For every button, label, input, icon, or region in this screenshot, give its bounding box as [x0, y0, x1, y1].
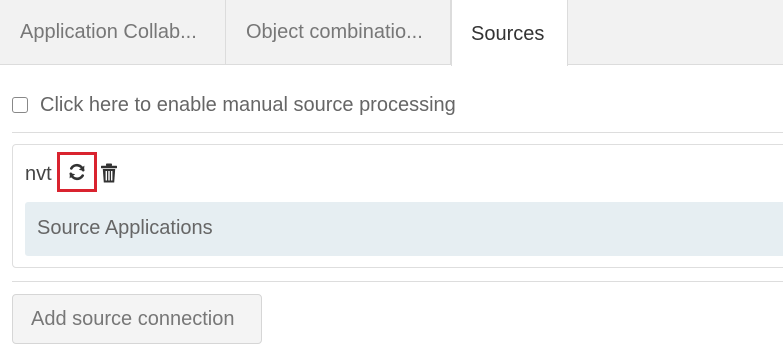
tab-sources[interactable]: Sources — [451, 0, 568, 66]
refresh-button[interactable] — [57, 152, 97, 192]
delete-button[interactable] — [99, 162, 119, 184]
tab-bar: Application Collab... Object combinatio.… — [0, 0, 783, 66]
divider — [12, 281, 783, 282]
source-panel: nvt Source Applications — [12, 144, 783, 268]
source-applications-header[interactable]: Source Applications — [25, 202, 783, 256]
manual-processing-checkbox[interactable] — [12, 97, 28, 113]
source-applications-label: Source Applications — [37, 217, 213, 239]
trash-icon — [101, 163, 117, 183]
source-name: nvt — [25, 163, 52, 185]
manual-processing-label[interactable]: Click here to enable manual source proce… — [40, 94, 456, 117]
tab-application-collaboration[interactable]: Application Collab... — [0, 0, 226, 64]
manual-processing-row: Click here to enable manual source proce… — [12, 90, 456, 120]
tab-object-combination[interactable]: Object combinatio... — [226, 0, 451, 64]
divider — [12, 132, 783, 133]
refresh-icon — [69, 163, 85, 181]
add-source-connection-button[interactable]: Add source connection — [12, 294, 262, 344]
